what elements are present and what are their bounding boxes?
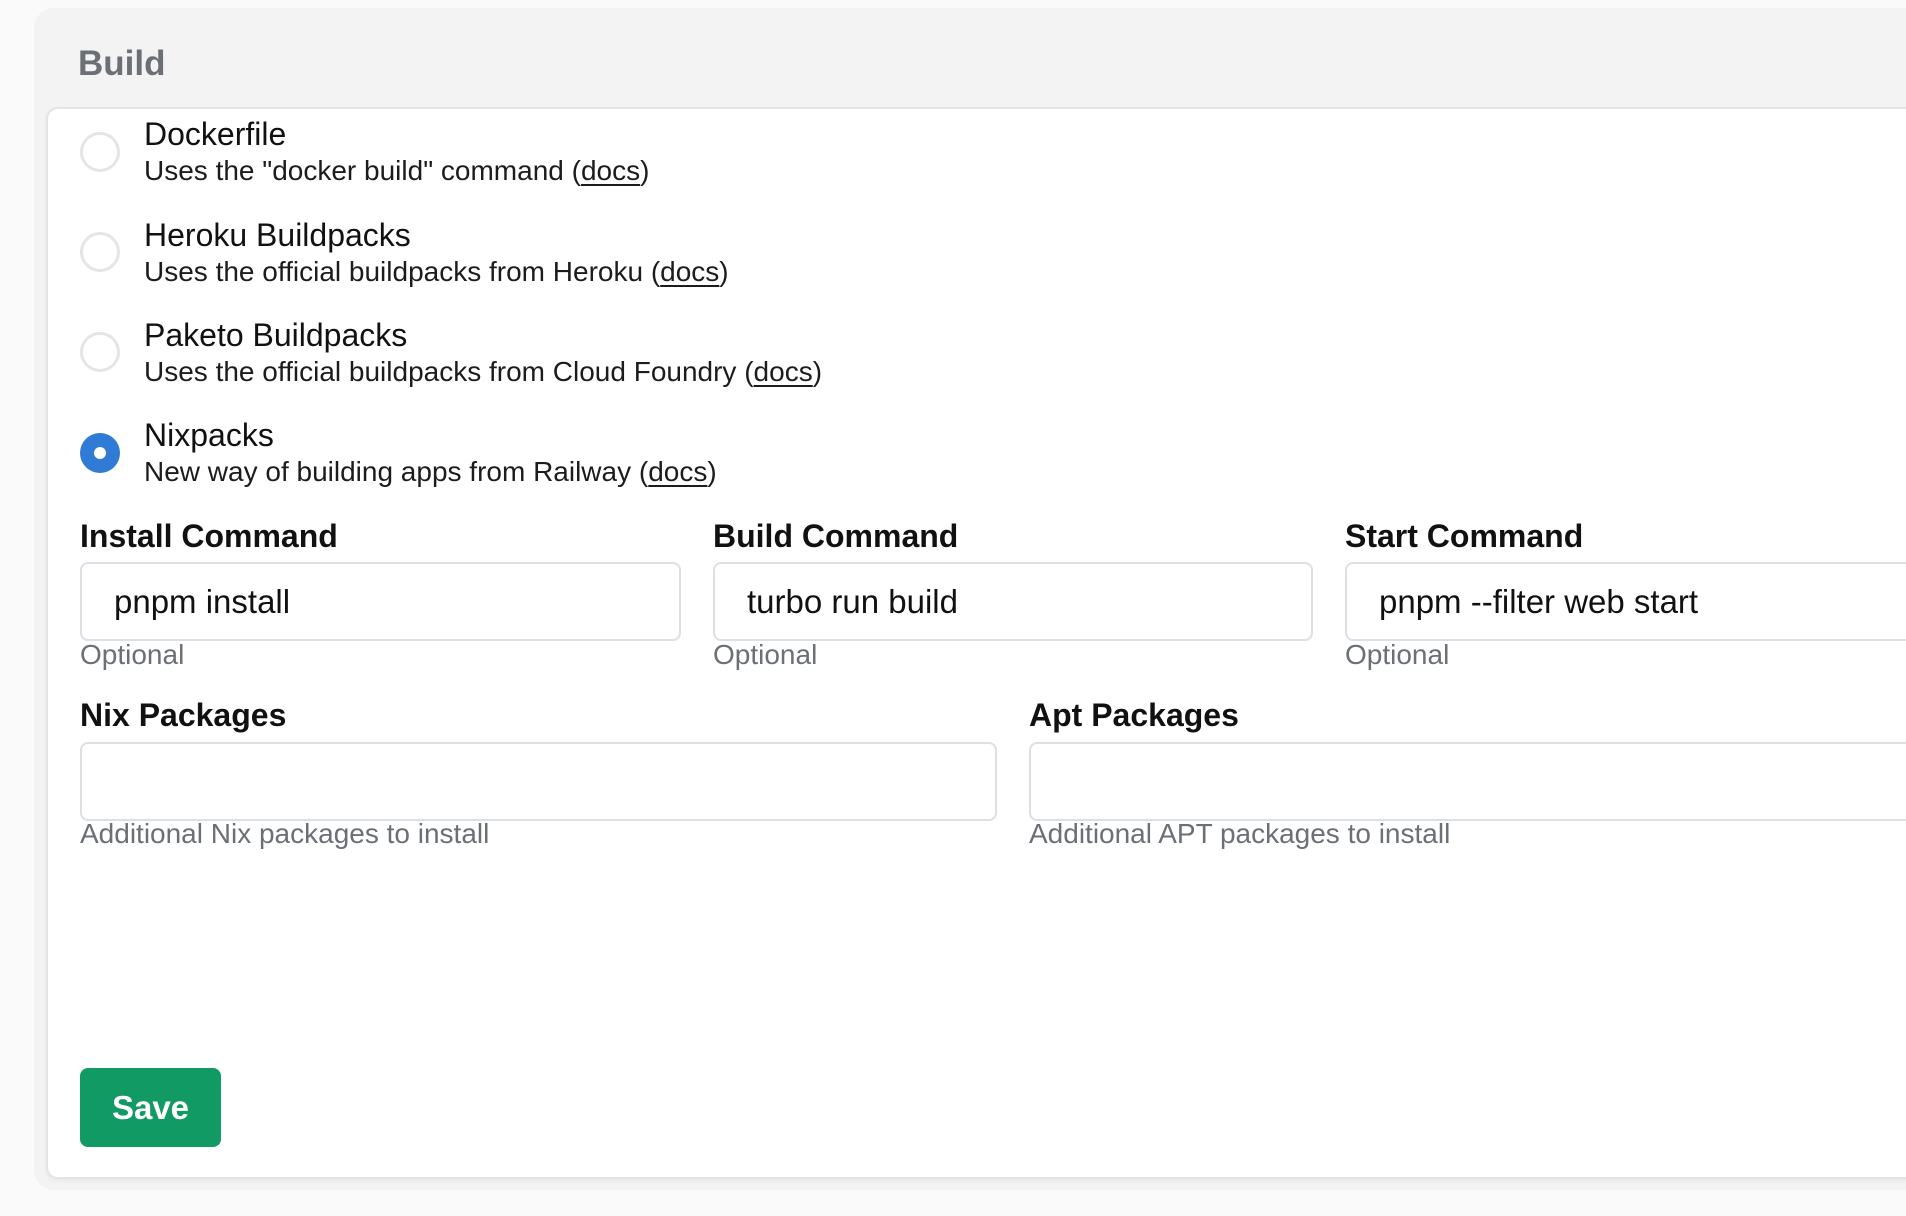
paketo-desc-suffix: ) xyxy=(812,356,823,387)
install-command-label: Install Command xyxy=(80,518,338,554)
start-command-input[interactable] xyxy=(1345,562,1906,641)
dockerfile-docs-link[interactable]: docs xyxy=(581,155,640,186)
build-command-help: Optional xyxy=(713,639,818,670)
nix-packages-label: Nix Packages xyxy=(80,697,287,733)
heroku-docs-link[interactable]: docs xyxy=(660,256,719,287)
dockerfile-desc-suffix: ) xyxy=(640,155,650,186)
nix-packages-help: Additional Nix packages to install xyxy=(80,818,490,849)
paketo-option-title: Paketo Buildpacks xyxy=(144,317,408,353)
dockerfile-radio[interactable] xyxy=(80,132,120,172)
apt-packages-label: Apt Packages xyxy=(1029,697,1239,733)
nixpacks-desc-text: New way of building apps from Railway ( xyxy=(144,456,649,487)
save-button[interactable]: Save xyxy=(80,1068,221,1147)
build-command-input[interactable] xyxy=(713,562,1313,641)
nixpacks-docs-link[interactable]: docs xyxy=(648,456,707,487)
heroku-option-description: Uses the official buildpacks from Heroku… xyxy=(144,254,729,290)
dockerfile-option-title: Dockerfile xyxy=(144,116,287,152)
paketo-option-description: Uses the official buildpacks from Cloud … xyxy=(144,354,822,390)
apt-packages-input[interactable] xyxy=(1029,742,1906,821)
heroku-desc-text: Uses the official buildpacks from Heroku… xyxy=(144,256,661,287)
heroku-buildpacks-radio[interactable] xyxy=(80,232,120,272)
paketo-buildpacks-radio[interactable] xyxy=(80,332,120,372)
start-command-help: Optional xyxy=(1345,639,1450,670)
nixpacks-radio[interactable] xyxy=(80,433,120,473)
nixpacks-option-description: New way of building apps from Railway (d… xyxy=(144,454,717,490)
paketo-docs-link[interactable]: docs xyxy=(754,356,813,387)
heroku-option-title: Heroku Buildpacks xyxy=(144,217,411,253)
install-command-help: Optional xyxy=(80,639,185,670)
dockerfile-option-description: Uses the "docker build" command (docs) xyxy=(144,153,649,189)
nixpacks-desc-suffix: ) xyxy=(707,456,717,487)
nix-packages-input[interactable] xyxy=(80,742,997,821)
start-command-label: Start Command xyxy=(1345,518,1584,554)
build-command-label: Build Command xyxy=(713,518,959,554)
install-command-input[interactable] xyxy=(80,562,681,641)
apt-packages-help: Additional APT packages to install xyxy=(1029,818,1451,849)
section-title: Build xyxy=(78,44,166,83)
dockerfile-desc-text: Uses the "docker build" command ( xyxy=(144,155,581,186)
nixpacks-option-title: Nixpacks xyxy=(144,417,274,453)
paketo-desc-text: Uses the official buildpacks from Cloud … xyxy=(144,356,754,387)
heroku-desc-suffix: ) xyxy=(719,256,729,287)
